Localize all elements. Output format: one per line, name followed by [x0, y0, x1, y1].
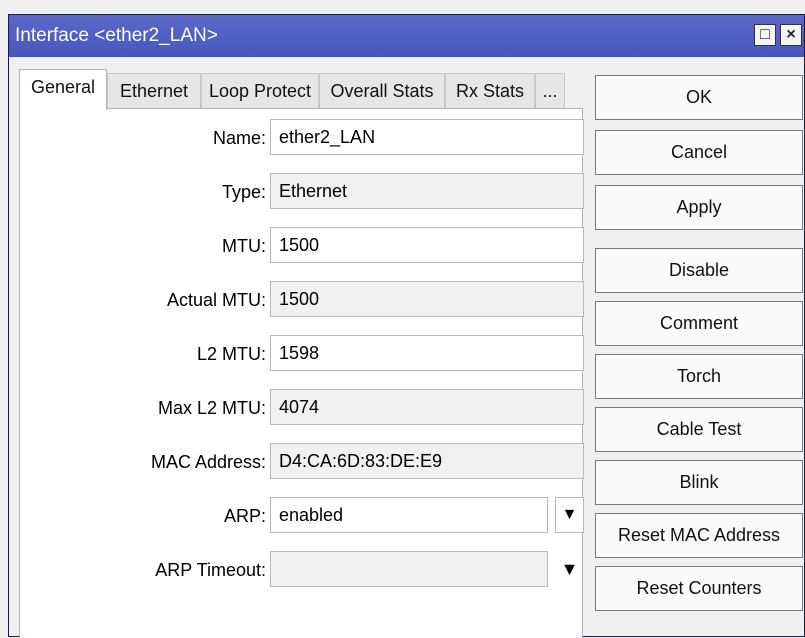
arp-select[interactable]: enabled: [270, 497, 548, 533]
window-title: Interface <ether2_LAN>: [15, 25, 218, 46]
name-label: Name:: [212, 128, 266, 148]
window-titlebar[interactable]: Interface <ether2_LAN> □ ×: [9, 15, 804, 57]
mac-address-label: MAC Address:: [150, 452, 266, 472]
reset-counters-button[interactable]: Reset Counters: [595, 566, 803, 611]
max-l2-mtu-label: Max L2 MTU:: [157, 398, 266, 418]
general-panel: Name: ether2_LAN Type: Ethernet MTU: 150…: [19, 108, 584, 638]
tab-rx-stats[interactable]: Rx Stats: [445, 73, 535, 109]
actual-mtu-field: 1500: [270, 281, 584, 317]
arp-timeout-input[interactable]: [270, 551, 548, 587]
tab-ethernet[interactable]: Ethernet: [107, 73, 201, 109]
reset-mac-address-button[interactable]: Reset MAC Address: [595, 513, 803, 558]
type-row: Type: Ethernet: [20, 173, 584, 211]
type-field: Ethernet: [270, 173, 584, 209]
tab-more[interactable]: ...: [535, 73, 565, 109]
tab-general[interactable]: General: [19, 69, 107, 110]
tab-loop-protect[interactable]: Loop Protect: [201, 73, 319, 109]
actual-mtu-row: Actual MTU: 1500: [20, 281, 584, 319]
restore-icon[interactable]: □: [754, 24, 776, 46]
blink-button[interactable]: Blink: [595, 460, 803, 505]
name-input[interactable]: ether2_LAN: [270, 119, 584, 155]
mtu-label: MTU:: [222, 236, 266, 256]
max-l2-mtu-field: 4074: [270, 389, 584, 425]
ok-button[interactable]: OK: [595, 75, 803, 120]
mac-address-field: D4:CA:6D:83:DE:E9: [270, 443, 584, 479]
interface-window: Interface <ether2_LAN> □ × General Ether…: [8, 14, 805, 638]
arp-timeout-dropdown-icon[interactable]: ▼: [555, 551, 584, 587]
actual-mtu-label: Actual MTU:: [166, 290, 266, 310]
comment-button[interactable]: Comment: [595, 301, 803, 346]
cancel-button[interactable]: Cancel: [595, 130, 803, 175]
mac-address-row: MAC Address: D4:CA:6D:83:DE:E9: [20, 443, 584, 481]
mtu-input[interactable]: 1500: [270, 227, 584, 263]
cable-test-button[interactable]: Cable Test: [595, 407, 803, 452]
l2-mtu-row: L2 MTU: 1598: [20, 335, 584, 373]
l2-mtu-input[interactable]: 1598: [270, 335, 584, 371]
disable-button[interactable]: Disable: [595, 248, 803, 293]
close-icon[interactable]: ×: [780, 24, 802, 46]
apply-button[interactable]: Apply: [595, 185, 803, 230]
name-row: Name: ether2_LAN: [20, 119, 584, 157]
arp-dropdown-icon[interactable]: ▼: [555, 497, 584, 533]
mtu-row: MTU: 1500: [20, 227, 584, 265]
arp-label: ARP:: [223, 506, 266, 526]
tab-overall-stats[interactable]: Overall Stats: [319, 73, 445, 109]
tab-bar: General Ethernet Loop Protect Overall St…: [19, 69, 583, 110]
type-label: Type:: [221, 182, 266, 202]
l2-mtu-label: L2 MTU:: [196, 344, 266, 364]
torch-button[interactable]: Torch: [595, 354, 803, 399]
arp-timeout-label: ARP Timeout:: [155, 560, 266, 580]
arp-timeout-row: ARP Timeout: ▼: [20, 551, 584, 589]
arp-row: ARP: enabled ▼: [20, 497, 584, 535]
max-l2-mtu-row: Max L2 MTU: 4074: [20, 389, 584, 427]
